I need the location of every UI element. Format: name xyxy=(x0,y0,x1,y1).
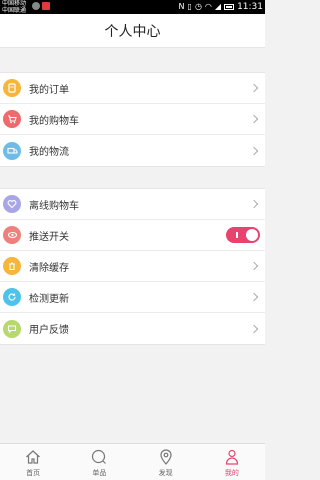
heart-icon xyxy=(3,195,21,213)
menu-item-offline-cart[interactable]: 离线购物车 xyxy=(0,189,265,220)
menu-item-label: 我的物流 xyxy=(29,147,69,158)
chevron-right-icon xyxy=(249,114,259,124)
menu-item-label: 我的购物车 xyxy=(29,115,79,127)
menu-item-label: 推送开关 xyxy=(29,231,69,243)
clock: 11:31 xyxy=(237,2,263,12)
menu-item-label: 我的订单 xyxy=(29,84,69,96)
user-icon xyxy=(225,449,238,465)
tab-label: 我的 xyxy=(224,469,239,477)
wifi-icon: ◠ xyxy=(204,2,212,11)
menu-item-orders[interactable]: 我的订单 xyxy=(0,73,265,104)
eye-icon xyxy=(3,226,21,244)
carrier-2: 中国联通 xyxy=(2,7,27,14)
message-icon xyxy=(32,2,40,10)
chevron-right-icon xyxy=(249,292,259,302)
chevron-right-icon xyxy=(249,261,259,271)
tab-label: 首页 xyxy=(26,469,41,477)
system-indicators: N ▯ ◷ ◠ ◢ 11:31 xyxy=(179,1,263,13)
tab-label: 单品 xyxy=(92,469,107,477)
tab-home[interactable]: 首页 xyxy=(0,444,66,480)
menu-group-account: 我的订单 我的购物车 我的物流 xyxy=(0,72,265,167)
refresh-icon xyxy=(3,288,21,306)
notification-icons xyxy=(32,2,50,10)
menu-item-check-update[interactable]: 检测更新 xyxy=(0,282,265,313)
menu-group-settings: 离线购物车 推送开关 清除缓存 检测更新 用户反馈 xyxy=(0,188,265,345)
app-notification-icon xyxy=(42,2,50,10)
chevron-right-icon xyxy=(249,146,259,155)
search-icon xyxy=(92,449,107,464)
signal-icon: ◢ xyxy=(214,2,222,11)
vibrate-icon: ▯ xyxy=(187,2,192,11)
tab-items[interactable]: 单品 xyxy=(66,444,132,480)
menu-item-logistics[interactable]: 我的物流 xyxy=(0,135,265,166)
nfc-icon: N xyxy=(178,2,185,11)
push-toggle-switch[interactable] xyxy=(226,227,260,243)
cart-icon xyxy=(3,110,21,128)
trash-icon xyxy=(3,257,21,275)
chevron-right-icon xyxy=(249,324,259,333)
carrier-1: 中国移动 xyxy=(2,0,27,7)
tab-mine[interactable]: 我的 xyxy=(199,444,265,480)
order-icon xyxy=(3,79,21,97)
menu-item-feedback[interactable]: 用户反馈 xyxy=(0,313,265,344)
menu-item-clear-cache[interactable]: 清除缓存 xyxy=(0,251,265,282)
menu-item-cart[interactable]: 我的购物车 xyxy=(0,104,265,135)
menu-item-push-toggle: 推送开关 xyxy=(0,220,265,251)
home-icon xyxy=(26,450,41,464)
menu-item-label: 检测更新 xyxy=(29,293,69,305)
chevron-right-icon xyxy=(249,83,259,93)
location-icon xyxy=(160,449,172,465)
menu-item-label: 离线购物车 xyxy=(29,200,79,212)
bottom-tab-bar: 首页 单品 发现 我的 xyxy=(0,443,265,480)
toggle-knob xyxy=(246,229,258,241)
tab-discover[interactable]: 发现 xyxy=(133,444,199,480)
battery-icon xyxy=(224,4,235,10)
menu-item-label: 用户反馈 xyxy=(29,325,69,336)
carrier-info: 中国移动 中国联通 xyxy=(2,0,26,14)
chevron-right-icon xyxy=(249,199,259,209)
truck-icon xyxy=(3,141,21,160)
menu-item-label: 清除缓存 xyxy=(29,262,69,274)
status-bar: 中国移动 中国联通 N ▯ ◷ ◠ ◢ 11:31 xyxy=(0,0,265,14)
page-title: 个人中心 xyxy=(0,14,265,48)
chat-icon xyxy=(3,319,21,338)
tab-label: 发现 xyxy=(158,469,173,477)
toggle-on-indicator xyxy=(236,232,238,238)
alarm-icon: ◷ xyxy=(194,2,202,11)
